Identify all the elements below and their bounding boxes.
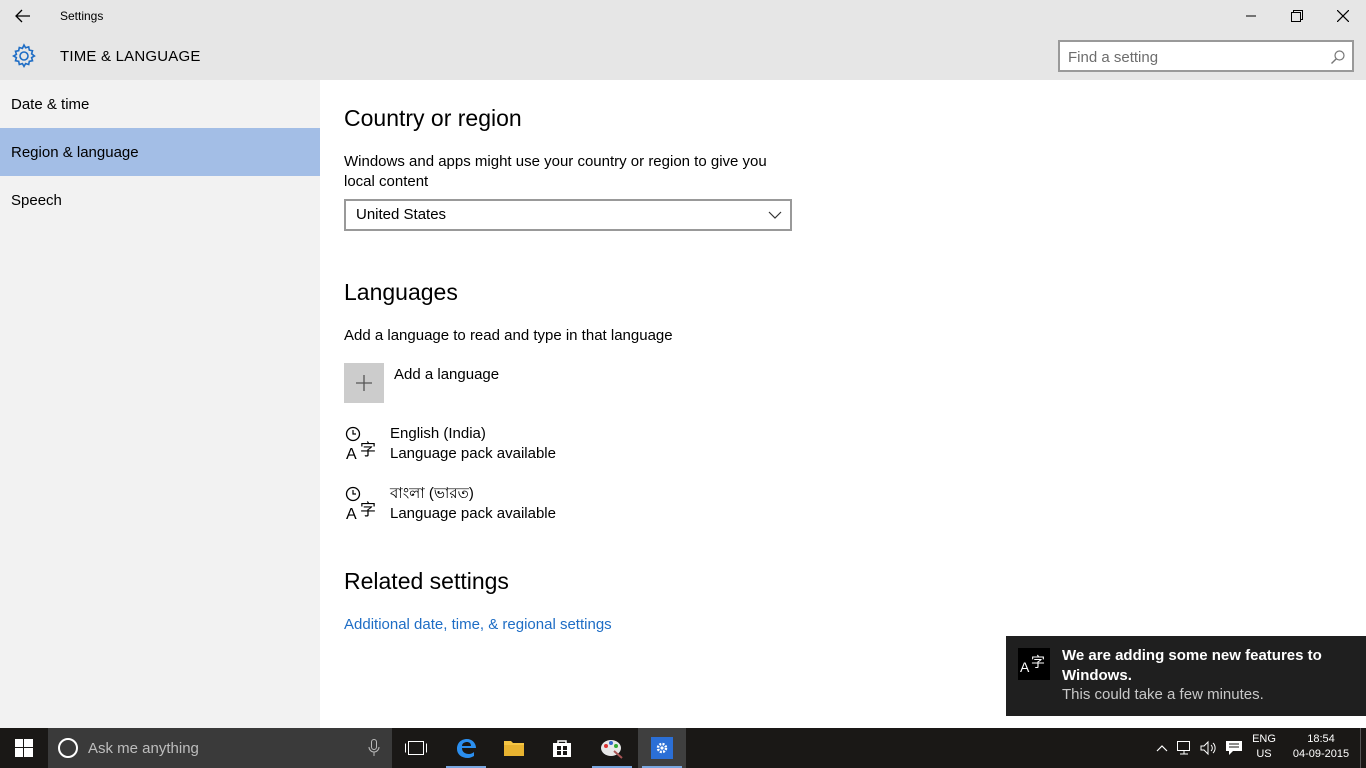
settings-header: TIME & LANGUAGE: [0, 32, 1366, 80]
country-dropdown[interactable]: United States: [344, 199, 792, 231]
search-icon[interactable]: [1330, 49, 1346, 65]
gear-icon: [11, 43, 36, 69]
svg-text:A: A: [346, 506, 357, 522]
language-item-english-india[interactable]: A 字 English (India) Language pack availa…: [344, 424, 704, 468]
clock-time: 18:54: [1307, 733, 1335, 745]
microphone-icon[interactable]: [368, 739, 380, 757]
toast-title: We are adding some new features to Windo…: [1062, 647, 1322, 684]
sidebar-item-label: Date & time: [11, 95, 90, 113]
chevron-down-icon: [768, 211, 782, 219]
back-button[interactable]: [8, 4, 38, 28]
restore-button[interactable]: [1274, 0, 1320, 32]
country-heading: Country or region: [344, 105, 522, 131]
cortana-icon: [58, 738, 78, 758]
sidebar: Date & time Region & language Speech: [0, 80, 320, 728]
add-language-label[interactable]: Add a language: [394, 366, 499, 383]
volume-icon: [1200, 740, 1216, 756]
edge-icon: [457, 739, 476, 758]
network-icon: [1177, 741, 1190, 755]
input-language-top: ENG: [1252, 733, 1276, 745]
minimize-icon: [1246, 15, 1256, 17]
language-status: Language pack available: [390, 505, 556, 522]
country-selected-value: United States: [356, 206, 447, 223]
svg-text:A: A: [346, 446, 357, 462]
restore-icon: [1291, 10, 1303, 22]
clock-date: 04-09-2015: [1292, 748, 1350, 760]
language-item-bangla-india[interactable]: A 字 বাংলা (ভারত) Language pack available: [344, 484, 704, 528]
language-status: Language pack available: [390, 445, 556, 462]
svg-text:字: 字: [360, 500, 376, 519]
show-hidden-icons-button[interactable]: [1152, 728, 1172, 768]
language-name: বাংলা (ভারত): [390, 485, 474, 502]
windows-logo-icon: [15, 739, 33, 757]
edge-taskbar-button[interactable]: [442, 728, 490, 768]
show-desktop-button[interactable]: [1360, 728, 1366, 768]
toast-body: This could take a few minutes.: [1062, 686, 1264, 703]
svg-text:字: 字: [1031, 655, 1045, 671]
language-pack-icon: A 字: [345, 486, 376, 522]
folder-icon: [504, 741, 524, 756]
sidebar-item-label: Speech: [11, 191, 62, 209]
search-box[interactable]: [1058, 40, 1354, 72]
paint-taskbar-button[interactable]: [588, 728, 636, 768]
cortana-placeholder: Ask me anything: [88, 740, 199, 757]
search-input[interactable]: [1068, 47, 1318, 67]
minimize-button[interactable]: [1228, 0, 1274, 32]
svg-text:A: A: [1020, 659, 1030, 675]
section-title: TIME & LANGUAGE: [60, 48, 201, 65]
sidebar-item-label: Region & language: [11, 143, 139, 161]
settings-gear-icon: [651, 737, 673, 759]
start-button[interactable]: [0, 728, 48, 768]
language-pack-icon: A字: [1018, 648, 1050, 680]
chevron-up-icon: [1156, 745, 1168, 752]
input-language-indicator[interactable]: ENG US: [1248, 733, 1280, 760]
file-explorer-taskbar-button[interactable]: [490, 728, 538, 768]
languages-heading: Languages: [344, 279, 458, 305]
notification-toast[interactable]: A字 We are adding some new features to Wi…: [1006, 636, 1366, 716]
additional-regional-settings-link[interactable]: Additional date, time, & regional settin…: [344, 616, 612, 633]
languages-description: Add a language to read and type in that …: [344, 327, 673, 344]
back-arrow-icon: [15, 9, 30, 23]
volume-button[interactable]: [1198, 728, 1222, 768]
title-bar: Settings: [0, 0, 1366, 32]
main-content: Country or region Windows and apps might…: [344, 80, 1344, 728]
task-view-icon: [405, 741, 427, 755]
paint-icon: [601, 740, 623, 759]
store-icon: [553, 740, 571, 757]
language-name: English (India): [390, 425, 486, 442]
network-button[interactable]: [1174, 728, 1196, 768]
settings-taskbar-button[interactable]: [638, 728, 686, 768]
task-view-button[interactable]: [392, 728, 440, 768]
input-language-bottom: US: [1256, 748, 1272, 760]
action-center-button[interactable]: [1222, 728, 1246, 768]
related-settings-heading: Related settings: [344, 568, 509, 594]
add-language-button[interactable]: [344, 363, 384, 403]
plus-icon: [356, 375, 372, 391]
clock[interactable]: 18:54 04-09-2015: [1286, 733, 1356, 760]
sidebar-item-speech[interactable]: Speech: [0, 176, 320, 224]
close-icon: [1337, 10, 1349, 22]
taskbar: Ask me anything ENG US 18:54 04-09-2015: [0, 728, 1366, 768]
action-center-icon: [1226, 741, 1242, 755]
sidebar-item-region-language[interactable]: Region & language: [0, 128, 320, 176]
svg-text:字: 字: [360, 440, 376, 459]
store-taskbar-button[interactable]: [538, 728, 586, 768]
cortana-search-box[interactable]: Ask me anything: [48, 728, 392, 768]
language-pack-icon: A 字: [345, 426, 376, 462]
country-description: Windows and apps might use your country …: [344, 153, 767, 190]
window-title: Settings: [60, 9, 104, 23]
close-button[interactable]: [1320, 0, 1366, 32]
sidebar-item-date-time[interactable]: Date & time: [0, 80, 320, 128]
